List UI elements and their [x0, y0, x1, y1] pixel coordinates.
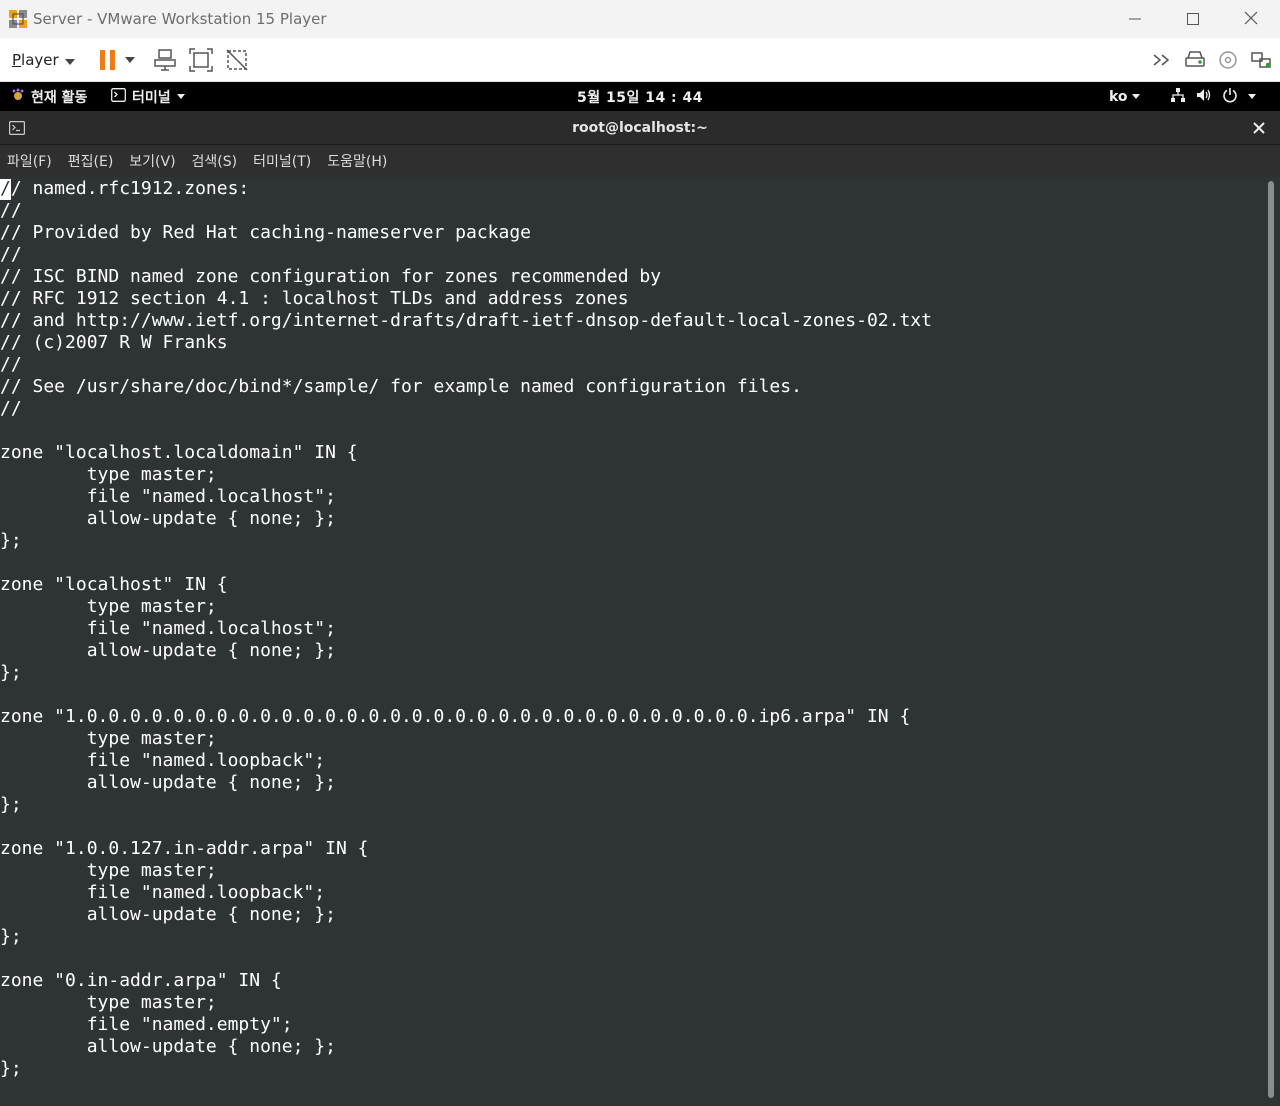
maximize-button[interactable] [1164, 0, 1222, 38]
terminal-title: root@localhost:~ [572, 120, 708, 136]
clock: 5월 15일 14 : 44 [0, 82, 1280, 111]
player-menu-label: Player [12, 50, 59, 69]
activities-label: 현재 활동 [31, 89, 88, 106]
fullscreen-icon[interactable] [188, 47, 213, 72]
terminal-icon [111, 87, 126, 106]
cd-icon[interactable] [1218, 50, 1238, 70]
power-icon [1222, 87, 1238, 107]
input-language-menu[interactable]: ko [1109, 82, 1140, 111]
chevron-down-icon [1248, 94, 1256, 99]
unity-icon[interactable] [225, 48, 249, 72]
chevron-down-icon [1131, 94, 1140, 99]
close-icon [1253, 119, 1265, 138]
scrollbar[interactable] [1268, 181, 1274, 1098]
app-menu-label: 터미널 [132, 89, 171, 106]
menu-view[interactable]: 보기(V) [129, 151, 175, 171]
cursor-character: / [0, 178, 11, 199]
terminal-menubar: 파일(F) 편집(E) 보기(V) 검색(S) 터미널(T) 도움말(H) [0, 145, 1280, 177]
minimize-icon [1129, 10, 1141, 29]
vmware-toolbar: Player [0, 38, 1280, 82]
activities-button[interactable]: 현재 활동 [11, 82, 87, 111]
gnome-foot-icon [11, 88, 25, 106]
menu-search[interactable]: 검색(S) [192, 151, 238, 171]
menu-help[interactable]: 도움말(H) [327, 151, 387, 171]
network-icon [1170, 87, 1186, 107]
pause-icon[interactable] [99, 49, 117, 71]
terminal-body[interactable]: // named.rfc1912.zones: // // Provided b… [0, 177, 1280, 1106]
window-title: Server - VMware Workstation 15 Player [33, 10, 327, 28]
terminal-text[interactable]: // named.rfc1912.zones: // // Provided b… [0, 178, 932, 1080]
vmware-icon [7, 8, 29, 30]
gnome-top-bar: 5월 15일 14 : 44 현재 활동 터미널 ko [0, 82, 1280, 111]
menu-terminal[interactable]: 터미널(T) [253, 151, 311, 171]
minimize-button[interactable] [1106, 0, 1164, 38]
network-adapter-icon[interactable] [1250, 49, 1272, 71]
language-label: ko [1109, 88, 1128, 105]
window-titlebar: Server - VMware Workstation 15 Player [0, 0, 1280, 38]
menu-file[interactable]: 파일(F) [7, 151, 52, 171]
more-icon[interactable] [1152, 53, 1172, 67]
system-menu[interactable] [1170, 82, 1256, 111]
maximize-icon [1187, 10, 1199, 29]
close-button[interactable] [1222, 0, 1280, 38]
chevron-down-icon [176, 94, 185, 99]
send-ctrl-alt-del-icon[interactable] [153, 48, 177, 72]
clock-label[interactable]: 5월 15일 14 : 44 [577, 87, 703, 107]
pause-dropdown-icon[interactable] [124, 56, 135, 63]
app-menu-terminal[interactable]: 터미널 [111, 82, 185, 111]
hard-disk-icon[interactable] [1184, 50, 1206, 70]
terminal-close-button[interactable] [1250, 119, 1268, 137]
close-icon [1244, 10, 1258, 29]
volume-icon [1196, 87, 1212, 107]
terminal-header: root@localhost:~ [0, 111, 1280, 145]
menu-edit[interactable]: 편집(E) [68, 151, 114, 171]
chevron-down-icon [64, 51, 75, 69]
player-menu[interactable]: Player [12, 51, 75, 69]
